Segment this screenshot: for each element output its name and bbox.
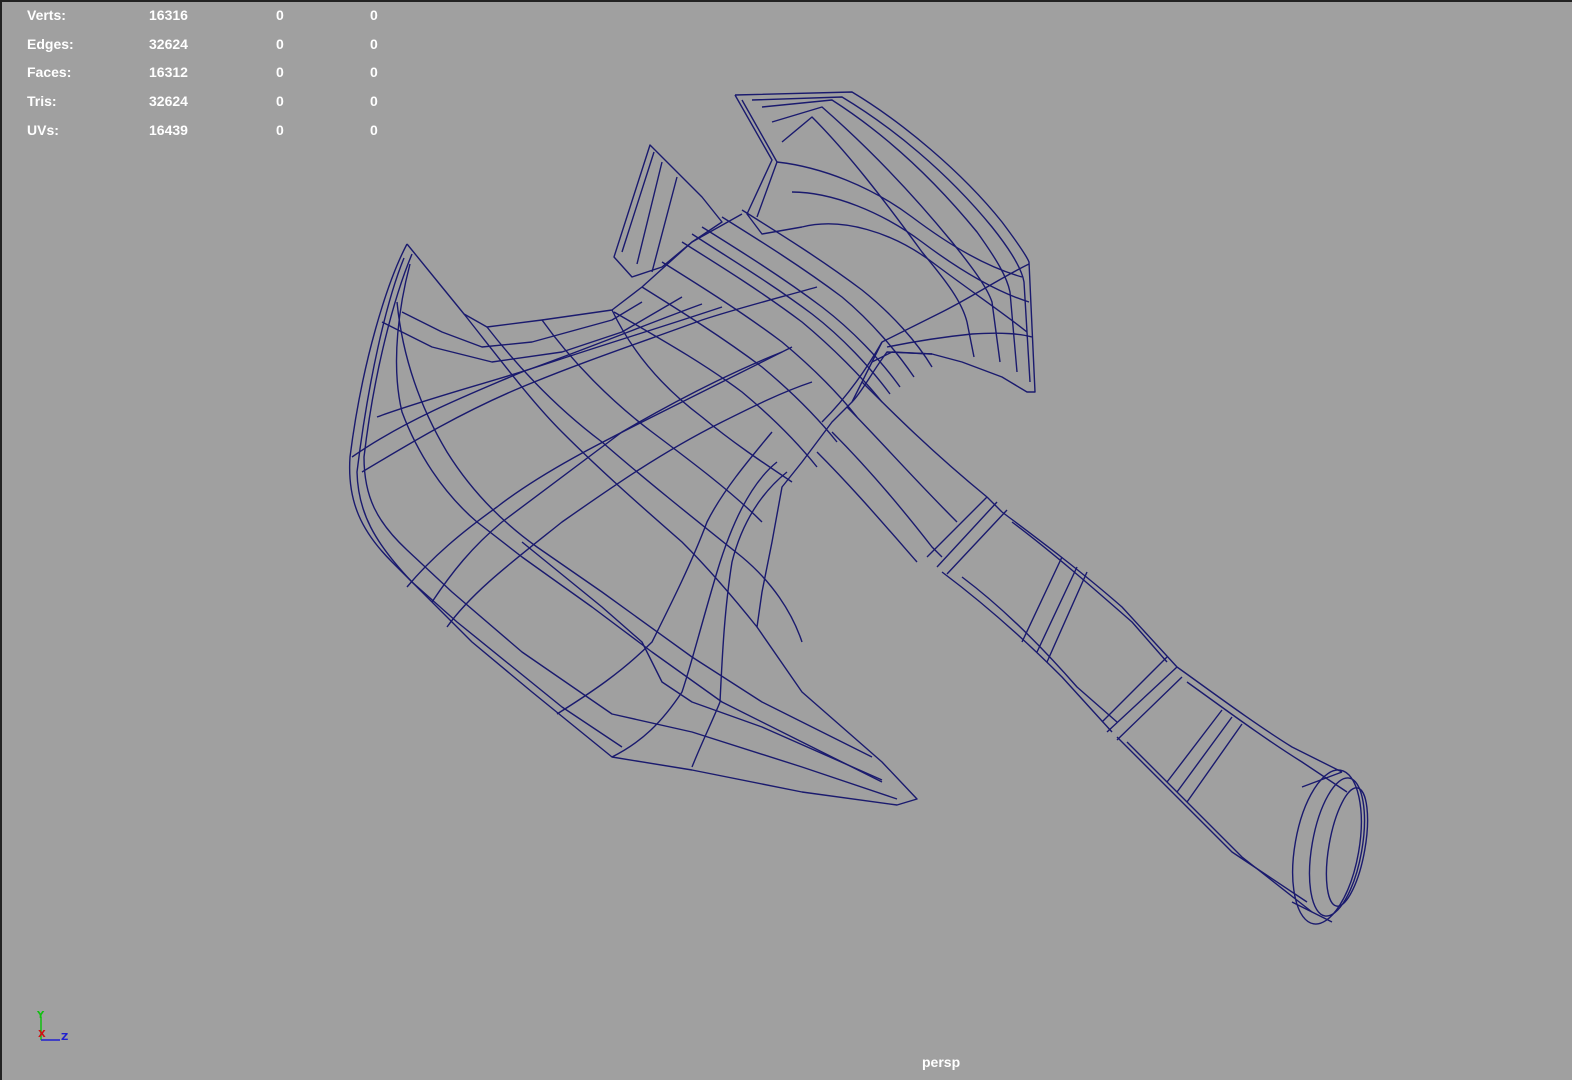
axis-label-x: X	[38, 1029, 46, 1040]
camera-name-label: persp	[922, 1054, 961, 1070]
axis-label-z: Z	[61, 1032, 68, 1043]
axe-blade-wireframe	[348, 91, 1036, 806]
axe-wireframe-mesh[interactable]	[2, 2, 1572, 1080]
axis-indicator: Y X Z	[36, 1010, 68, 1043]
axe-handle-wireframe	[816, 381, 1369, 925]
viewport-persp[interactable]: Verts: 16316 0 0 Edges: 32624 0 0 Faces:…	[0, 0, 1572, 1080]
axis-label-y: Y	[36, 1010, 45, 1021]
